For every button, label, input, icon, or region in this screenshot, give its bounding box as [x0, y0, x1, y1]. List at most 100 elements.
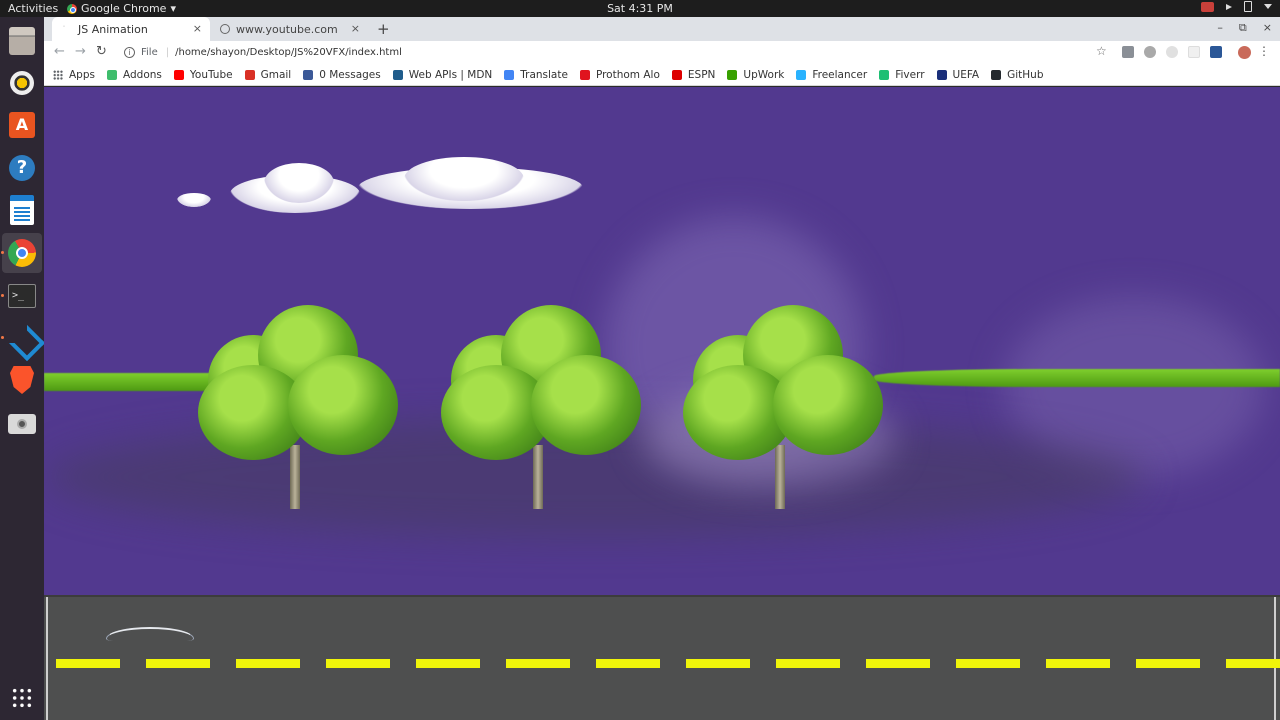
dock-help[interactable]: ?	[6, 152, 38, 184]
dock-brave[interactable]	[6, 364, 38, 396]
bookmark-label: Apps	[69, 68, 95, 81]
page-viewport	[44, 87, 1280, 720]
back-button[interactable]: ←	[54, 44, 65, 59]
bookmark-item[interactable]: Web APIs | MDN	[392, 69, 492, 81]
extension-icon[interactable]	[1188, 46, 1200, 58]
browser-toolbar: ← → ↻ i File | /home/shayon/Desktop/JS%2…	[44, 41, 1280, 64]
bookmark-favicon-icon	[796, 69, 807, 80]
tab-close-icon[interactable]: ×	[351, 22, 360, 35]
tab-js-animation[interactable]: ˙ JS Animation ×	[52, 17, 210, 41]
tab-youtube[interactable]: www.youtube.com ×	[210, 17, 368, 41]
dock-terminal[interactable]: >_	[6, 280, 38, 312]
tree	[683, 305, 883, 510]
dock-writer[interactable]	[6, 194, 38, 226]
vscode-icon	[9, 325, 35, 351]
lane-dash	[506, 659, 570, 668]
reload-button[interactable]: ↻	[96, 44, 107, 59]
maximize-button[interactable]: ⧉	[1239, 21, 1247, 35]
chrome-icon	[8, 239, 36, 267]
bookmark-favicon-icon	[727, 69, 738, 80]
show-applications-button[interactable]	[6, 682, 38, 714]
dock-rhythmbox[interactable]	[6, 67, 38, 99]
bookmark-item[interactable]: Freelancer	[796, 69, 867, 81]
bookmark-favicon-icon	[936, 69, 947, 80]
bookmark-label: 0 Messages	[319, 68, 381, 81]
cloud	[404, 157, 524, 201]
volume-icon[interactable]	[1226, 3, 1232, 10]
bookmark-item[interactable]: 0 Messages	[303, 69, 381, 81]
bookmark-favicon-icon	[879, 69, 890, 80]
clock[interactable]: Sat 4:31 PM	[0, 2, 1280, 15]
chrome-menu-icon[interactable]: ⋮	[1258, 44, 1270, 58]
bookmark-item[interactable]: YouTube	[173, 69, 233, 81]
road-edge-left	[46, 597, 48, 720]
files-icon	[9, 27, 35, 55]
tree	[441, 305, 641, 510]
lane-dash	[956, 659, 1020, 668]
cloud	[177, 193, 211, 207]
lane-dash	[236, 659, 300, 668]
bookmark-label: UpWork	[743, 68, 785, 81]
tree-foliage	[773, 355, 883, 455]
bookmark-item[interactable]: GitHub	[991, 68, 1044, 81]
bookmark-item[interactable]: Translate	[504, 69, 568, 81]
power-icon[interactable]	[1244, 1, 1252, 12]
close-window-button[interactable]: ×	[1263, 21, 1272, 35]
bookmark-label: Gmail	[260, 68, 292, 81]
new-tab-button[interactable]: +	[377, 20, 390, 38]
tab-title: JS Animation	[78, 22, 148, 36]
lane-dash	[146, 659, 210, 668]
bookmark-label: Freelancer	[812, 68, 868, 81]
extension-icon[interactable]	[1166, 46, 1178, 58]
extension-icon[interactable]	[1122, 46, 1134, 58]
running-indicator	[1, 294, 4, 297]
minimize-button[interactable]: –	[1217, 21, 1223, 35]
bookmark-favicon-icon	[106, 69, 117, 80]
help-icon: ?	[9, 155, 35, 181]
lane-dash	[866, 659, 930, 668]
writer-icon	[10, 195, 34, 225]
bookmark-item[interactable]: Apps	[53, 69, 95, 81]
extension-icon[interactable]	[1210, 46, 1222, 58]
bookmark-item[interactable]: Fiverr	[879, 69, 925, 81]
bookmark-item[interactable]: Gmail	[244, 68, 292, 81]
bookmark-favicon-icon	[579, 69, 590, 80]
lane-dash	[1136, 659, 1200, 668]
bookmark-favicon-icon	[244, 69, 255, 80]
bookmark-item[interactable]: Prothom Alo	[579, 69, 660, 81]
bookmark-favicon-icon	[303, 69, 314, 80]
lane-dash	[776, 659, 840, 668]
bookmark-star-icon[interactable]: ☆	[1096, 44, 1107, 58]
grass-strip-right	[874, 369, 1280, 387]
bookmark-item[interactable]: ESPN	[671, 69, 715, 81]
running-indicator	[1, 251, 4, 254]
forward-button[interactable]: →	[75, 44, 86, 59]
tab-favicon-loading-icon: ˙	[62, 24, 66, 34]
bookmark-favicon-icon	[173, 69, 184, 80]
bookmark-favicon-icon	[991, 69, 1002, 80]
tree-foliage	[288, 355, 398, 455]
tree-trunk	[775, 445, 785, 509]
bookmark-item[interactable]: UpWork	[727, 69, 784, 81]
bookmark-label: GitHub	[1007, 68, 1044, 81]
profile-avatar[interactable]	[1238, 46, 1251, 59]
system-tray[interactable]	[1201, 1, 1272, 12]
dock-chrome[interactable]	[2, 233, 42, 273]
extension-icon[interactable]	[1144, 46, 1156, 58]
bookmark-item[interactable]: Addons	[106, 69, 162, 81]
site-info-icon[interactable]: i	[124, 47, 135, 58]
running-indicator	[1, 336, 4, 339]
address-bar[interactable]: i File | /home/shayon/Desktop/JS%20VFX/i…	[116, 43, 1116, 62]
bookmark-favicon-icon	[671, 69, 682, 80]
tab-close-icon[interactable]: ×	[193, 22, 202, 35]
url-text[interactable]: /home/shayon/Desktop/JS%20VFX/index.html	[175, 47, 402, 58]
dock-files[interactable]	[6, 25, 38, 57]
bookmark-favicon-icon	[504, 69, 515, 80]
car	[106, 627, 194, 641]
bookmark-item[interactable]: UEFA	[936, 69, 979, 81]
dock-camera[interactable]	[6, 408, 38, 440]
dock-vscode[interactable]	[6, 322, 38, 354]
screen-record-icon[interactable]	[1201, 1, 1214, 12]
dock-software[interactable]: A	[6, 109, 38, 141]
system-menu-caret-icon[interactable]	[1264, 4, 1272, 9]
